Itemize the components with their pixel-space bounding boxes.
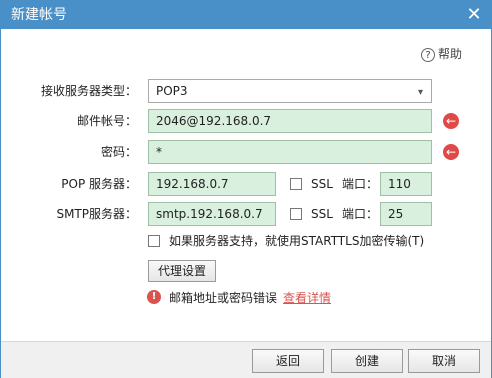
error-icon: ! (147, 290, 161, 304)
email-field[interactable]: 2046@192.168.0.7 (148, 109, 432, 133)
starttls-checkbox[interactable] (148, 235, 160, 247)
pop-port-input[interactable]: 110 (380, 172, 432, 196)
password-label: 密码： (100, 145, 137, 159)
dialog-title: 新建帐号 (11, 7, 67, 23)
dialog-footer: 返回 创建 取消 (1, 341, 491, 378)
pop-server-label: POP 服务器： (61, 177, 137, 191)
error-message: 邮箱地址或密码错误 查看详情 (169, 289, 331, 307)
proxy-settings-button[interactable]: 代理设置 (148, 260, 216, 282)
starttls-label: 如果服务器支持，就使用STARTTLS加密传输(T) (169, 234, 425, 248)
help-link[interactable]: ? 帮助 (421, 45, 462, 63)
view-details-link[interactable]: 查看详情 (283, 291, 331, 305)
email-label: 邮件帐号： (76, 114, 137, 128)
password-field[interactable]: * (148, 140, 432, 164)
error-text: 邮箱地址或密码错误 (169, 291, 278, 305)
cancel-button[interactable]: 取消 (408, 349, 480, 373)
new-account-dialog: 新建帐号 ✕ ? 帮助 接收服务器类型： POP3 ▾ 邮件帐号： 2046@19… (0, 0, 492, 378)
clear-password-icon[interactable]: ← (443, 144, 459, 160)
server-type-label: 接收服务器类型： (40, 84, 137, 98)
title-bar: 新建帐号 ✕ (1, 1, 491, 29)
pop-port-label: 端口： (342, 177, 379, 191)
close-icon[interactable]: ✕ (463, 4, 485, 26)
smtp-server-label: SMTP服务器： (56, 207, 137, 221)
pop-ssl-checkbox[interactable] (290, 178, 302, 190)
server-type-select[interactable]: POP3 ▾ (148, 79, 432, 103)
clear-email-icon[interactable]: ← (443, 113, 459, 129)
pop-ssl-label: SSL (311, 177, 333, 191)
smtp-ssl-checkbox[interactable] (290, 208, 302, 220)
create-button[interactable]: 创建 (331, 349, 403, 373)
server-type-value: POP3 (156, 84, 188, 98)
help-icon: ? (421, 47, 435, 62)
smtp-server-input[interactable]: smtp.192.168.0.7 (148, 202, 276, 226)
smtp-ssl-label: SSL (311, 207, 333, 221)
back-button[interactable]: 返回 (252, 349, 324, 373)
help-label: 帮助 (438, 47, 463, 61)
chevron-down-icon: ▾ (417, 87, 423, 98)
smtp-port-label: 端口： (342, 207, 379, 221)
smtp-port-input[interactable]: 25 (380, 202, 432, 226)
pop-server-input[interactable]: 192.168.0.7 (148, 172, 276, 196)
